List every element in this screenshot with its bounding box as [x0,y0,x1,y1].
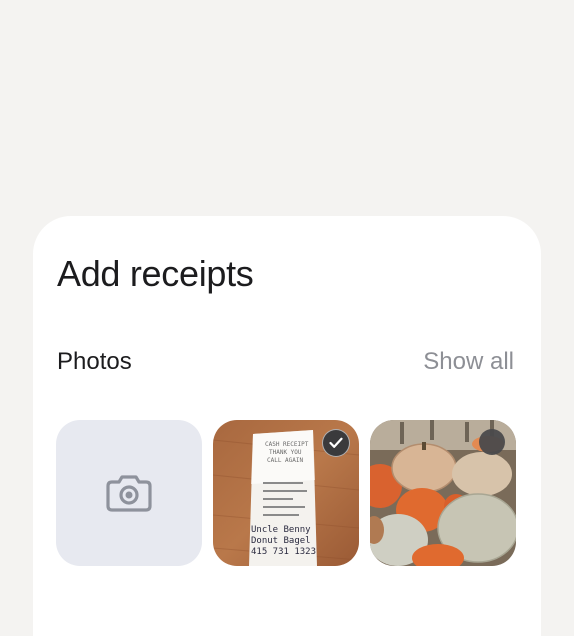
receipt-handwritten-line3: 415 731 1323 [251,547,316,557]
receipt-header-line2: THANK YOU [269,449,302,456]
add-receipts-sheet: Add receipts Photos Show all CASH RECEIP… [33,216,541,636]
unselected-circle-icon[interactable] [479,429,505,455]
photo-thumbnail-receipt[interactable]: CASH RECEIPT THANK YOU CALL AGAIN Uncle … [213,420,359,566]
receipt-header-line1: CASH RECEIPT [265,441,309,448]
show-all-link[interactable]: Show all [423,348,514,376]
camera-icon [106,474,152,512]
photos-section-label: Photos [57,348,132,375]
receipt-handwritten-line1: Uncle Benny [251,525,311,535]
take-photo-tile[interactable] [56,420,202,566]
receipt-handwritten-line2: Donut Bagel [251,536,311,546]
receipt-header-line3: CALL AGAIN [267,457,304,464]
sheet-title: Add receipts [57,253,254,294]
selected-checkmark-icon[interactable] [322,429,350,457]
photo-thumbnail-pumpkins[interactable] [370,420,516,566]
